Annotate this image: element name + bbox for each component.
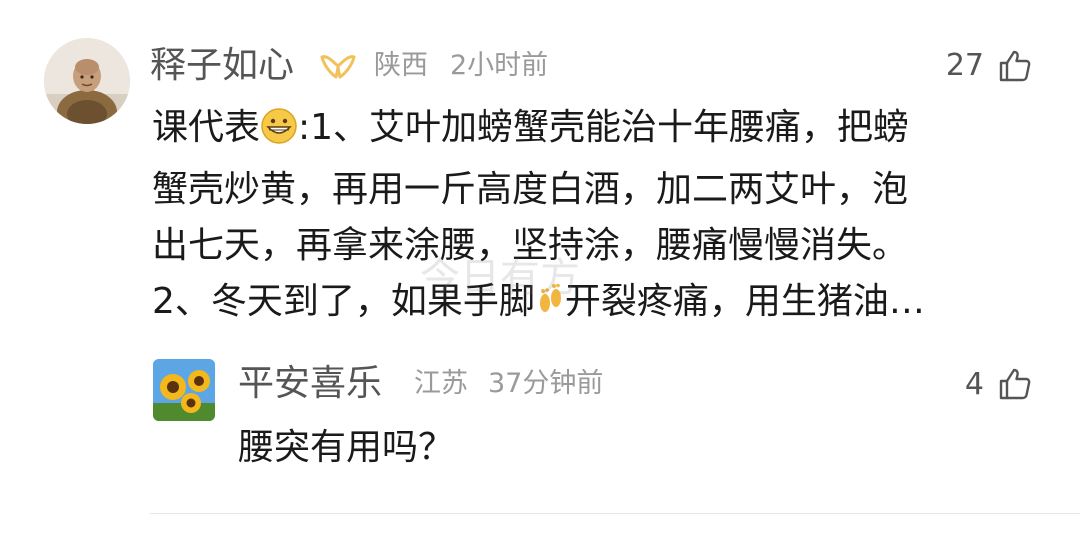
monk-avatar-image (44, 38, 130, 124)
comment-line: 课代表 :1、艾叶加螃蟹壳能治十年腰痛，把螃 (152, 100, 1052, 162)
sunflower-avatar-image (153, 359, 215, 421)
comment-text-segment: 开裂疼痛，用生猪油… (564, 281, 925, 322)
comment-text-segment: :1、艾叶加螃蟹壳能治十年腰痛，把螃 (298, 107, 910, 148)
avatar[interactable] (153, 359, 215, 421)
comment-time: 37分钟前 (488, 368, 604, 399)
like-count[interactable]: 27 (920, 48, 984, 84)
comment-body: 腰突有用吗？ (238, 427, 455, 468)
thumbs-up-icon[interactable] (998, 49, 1032, 83)
grinning-face-icon (260, 106, 298, 162)
comment-list: 释子如心 陕西 2小时前 27 课代表 :1、艾叶加螃蟹壳能治十年腰痛，把螃 蟹壳… (0, 0, 1080, 546)
watermark: 今日有方 (420, 255, 580, 301)
comment-text-segment: 课代表 (152, 107, 261, 148)
comment-author[interactable]: 平安喜乐 (238, 364, 382, 404)
comment-location: 陕西 (374, 50, 428, 81)
comment-line: 蟹壳炒黄，再用一斤高度白酒，加二两艾叶，泡 (152, 169, 909, 210)
comment-author[interactable]: 释子如心 (150, 46, 294, 86)
divider (150, 513, 1080, 514)
comment-line: 出七天，再拿来涂腰，坚持涂，腰痛慢慢消失。 (152, 225, 909, 266)
vip-badge-icon (318, 51, 358, 81)
like-count[interactable]: 4 (920, 367, 984, 403)
comment-time: 2小时前 (450, 50, 549, 81)
comment-item: 平安喜乐 江苏 37分钟前 4 腰突有用吗？ (0, 340, 1080, 520)
comment-line: 2、冬天到了，如果手脚 开裂疼痛，用生猪油… (152, 274, 1052, 336)
comment-location: 江苏 (414, 368, 468, 399)
comment-body: 课代表 :1、艾叶加螃蟹壳能治十年腰痛，把螃 蟹壳炒黄，再用一斤高度白酒，加二两艾… (152, 100, 1052, 336)
thumbs-up-icon[interactable] (998, 367, 1032, 401)
avatar[interactable] (44, 38, 130, 124)
comment-item: 释子如心 陕西 2小时前 27 课代表 :1、艾叶加螃蟹壳能治十年腰痛，把螃 蟹壳… (0, 0, 1080, 340)
